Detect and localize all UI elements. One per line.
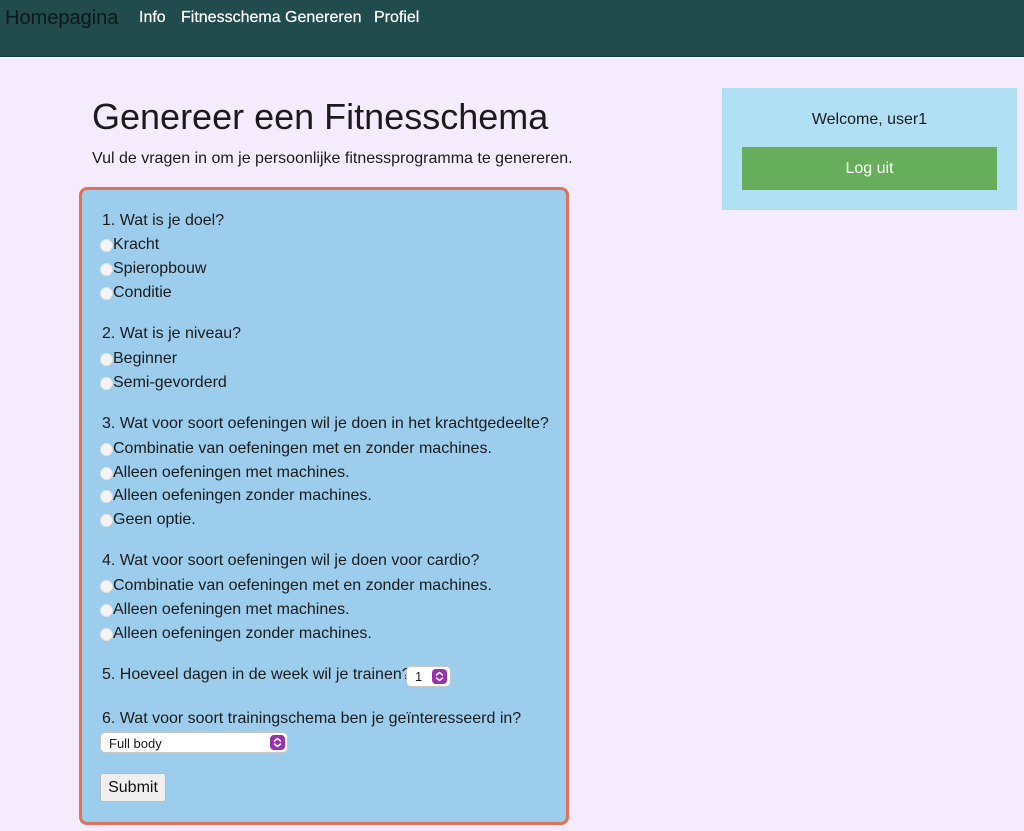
chevron-up-down-icon (432, 669, 447, 684)
option-label: Semi-gevorderd (113, 374, 227, 391)
radio-beginner[interactable] (100, 352, 113, 366)
nav-link-fitnesschema-genereren[interactable]: Fitnesschema Genereren (181, 9, 362, 27)
option-label: Conditie (113, 284, 172, 301)
radio-semi-gevorderd[interactable] (100, 376, 113, 390)
radio-kracht[interactable] (100, 238, 113, 252)
radio-kracht-combinatie[interactable] (100, 442, 113, 456)
brand-link[interactable]: Homepagina (5, 7, 118, 30)
question-1-label: 1. Wat is je doel? (102, 212, 225, 229)
option-label: Combinatie van oefeningen met en zonder … (113, 440, 492, 457)
option-label: Kracht (113, 236, 160, 253)
option-label: Combinatie van oefeningen met en zonder … (113, 577, 492, 594)
welcome-text: Welcome, user1 (811, 111, 928, 128)
option-label: Alleen oefeningen zonder machines. (113, 487, 372, 504)
question-3-label: 3. Wat voor soort oefeningen wil je doen… (102, 415, 549, 432)
option-cardio-combinatie[interactable]: Combinatie van oefeningen met en zonder … (100, 576, 492, 596)
option-label: Alleen oefeningen zonder machines. (113, 625, 372, 642)
navbar: Homepagina Info Fitnesschema Genereren P… (0, 0, 1024, 57)
option-cardio-zonder-machines[interactable]: Alleen oefeningen zonder machines. (100, 624, 372, 644)
radio-kracht-zonder-machines[interactable] (100, 489, 113, 503)
option-kracht[interactable]: Kracht (100, 235, 159, 255)
option-spieropbouw[interactable]: Spieropbouw (100, 259, 206, 279)
user-panel: Welcome, user1 Log uit (722, 88, 1017, 210)
training-type-select[interactable]: Full body (100, 732, 288, 753)
option-cardio-met-machines[interactable]: Alleen oefeningen met machines. (100, 600, 350, 620)
option-label: Alleen oefeningen met machines. (113, 464, 350, 481)
chevron-up-down-icon (270, 735, 285, 750)
question-5-label: 5. Hoeveel dagen in de week wil je train… (102, 666, 411, 683)
option-geen-optie[interactable]: Geen optie. (100, 510, 196, 530)
nav-link-info[interactable]: Info (139, 9, 166, 27)
logout-button[interactable]: Log uit (742, 147, 997, 190)
submit-button[interactable]: Submit (100, 773, 166, 802)
option-semi-gevorderd[interactable]: Semi-gevorderd (100, 373, 227, 393)
question-4-label: 4. Wat voor soort oefeningen wil je doen… (102, 552, 480, 569)
page-intro: Vul de vragen in om je persoonlijke fitn… (92, 150, 573, 167)
nav-link-profiel[interactable]: Profiel (374, 9, 420, 27)
radio-conditie[interactable] (100, 286, 113, 300)
radio-kracht-met-machines[interactable] (100, 466, 113, 480)
radio-cardio-combinatie[interactable] (100, 579, 113, 593)
days-per-week-select[interactable]: 1 (406, 666, 451, 687)
training-type-value: Full body (109, 736, 162, 751)
radio-cardio-zonder-machines[interactable] (100, 627, 113, 641)
radio-spieropbouw[interactable] (100, 262, 113, 276)
option-label: Beginner (113, 350, 178, 367)
page-title: Genereer een Fitnesschema (92, 96, 549, 137)
option-kracht-met-machines[interactable]: Alleen oefeningen met machines. (100, 463, 350, 483)
days-per-week-value: 1 (415, 669, 423, 684)
option-label: Geen optie. (113, 511, 196, 528)
question-6-label: 6. Wat voor soort trainingschema ben je … (102, 710, 522, 727)
radio-geen-optie[interactable] (100, 513, 113, 527)
option-label: Alleen oefeningen met machines. (113, 601, 350, 618)
option-beginner[interactable]: Beginner (100, 349, 177, 369)
option-conditie[interactable]: Conditie (100, 283, 172, 303)
question-2-label: 2. Wat is je niveau? (102, 325, 242, 342)
option-kracht-combinatie[interactable]: Combinatie van oefeningen met en zonder … (100, 439, 492, 459)
option-kracht-zonder-machines[interactable]: Alleen oefeningen zonder machines. (100, 486, 372, 506)
radio-cardio-met-machines[interactable] (100, 603, 113, 617)
option-label: Spieropbouw (113, 260, 207, 277)
